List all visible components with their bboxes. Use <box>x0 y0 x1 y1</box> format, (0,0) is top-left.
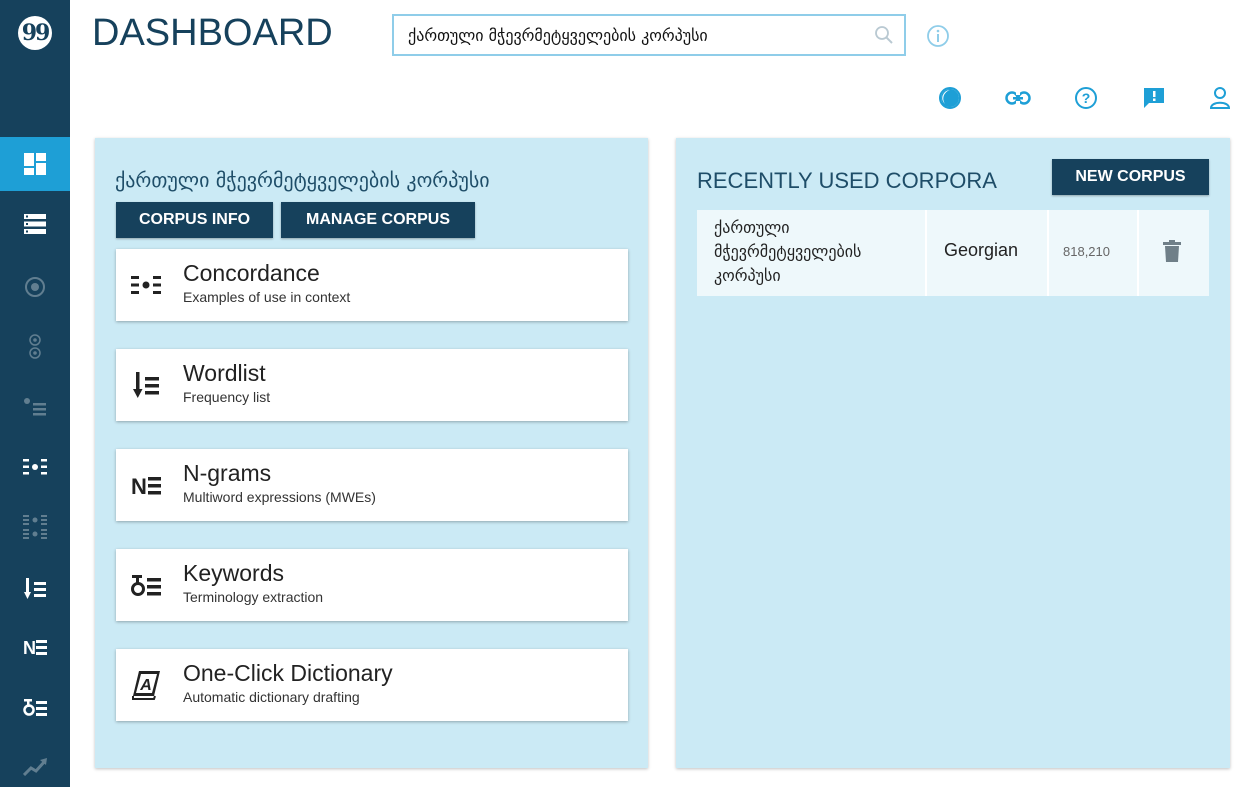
link-icon[interactable] <box>1004 84 1032 112</box>
tool-subtitle: Frequency list <box>183 389 271 405</box>
keywords-icon <box>130 569 162 601</box>
tool-title: N-grams <box>183 460 272 486</box>
corpus-list-icon <box>24 214 46 234</box>
corpus-language-cell: Georgian <box>944 240 1019 260</box>
corpus-info-button[interactable]: CORPUS INFO <box>116 202 273 238</box>
svg-text:N: N <box>23 638 36 656</box>
dictionary-icon: A <box>130 669 162 701</box>
corpus-name-cell[interactable]: ქართული მჭევრმეტყველების კორპუსი <box>714 216 914 288</box>
tool-card-keywords[interactable]: Keywords Terminology extraction <box>116 549 628 621</box>
theme-icon[interactable] <box>936 84 964 112</box>
tool-card-ngrams[interactable]: N N-grams Multiword expressions (MWEs) <box>116 449 628 521</box>
wordlist-icon <box>24 578 46 599</box>
tool-card-wordlist[interactable]: Wordlist Frequency list <box>116 349 628 421</box>
sidebar-item-trends[interactable] <box>0 740 70 794</box>
sidebar-item-ngrams[interactable]: N <box>0 620 70 674</box>
recent-corpora-title: RECENTLY USED CORPORA <box>697 168 997 193</box>
sidebar-item-wordlist[interactable] <box>0 562 70 616</box>
column-divider <box>925 210 927 296</box>
sidebar-item-list[interactable] <box>0 380 70 434</box>
column-divider <box>1047 210 1049 296</box>
tool-subtitle: Examples of use in context <box>183 289 351 305</box>
sidebar-item-keywords[interactable] <box>0 680 70 734</box>
sidebar-item-concordance[interactable] <box>0 440 70 494</box>
current-corpus-name: ქართული მჭევრმეტყველების კორპუსი <box>115 168 490 192</box>
ngrams-icon: N <box>23 638 47 656</box>
tool-title: Keywords <box>183 560 284 586</box>
sidebar-item-compare[interactable] <box>0 320 70 374</box>
wordlist-icon <box>130 369 162 401</box>
feedback-icon[interactable] <box>1140 84 1168 112</box>
svg-text:A: A <box>139 677 152 694</box>
column-divider <box>1137 210 1139 296</box>
corpus-search[interactable] <box>392 14 906 56</box>
top-toolbar: ? <box>936 84 1234 112</box>
search-input[interactable] <box>394 15 864 55</box>
target-icon <box>25 277 45 297</box>
help-icon[interactable]: ? <box>1072 84 1100 112</box>
new-corpus-button[interactable]: NEW CORPUS <box>1052 159 1209 195</box>
sidebar-item-parallel[interactable] <box>0 500 70 554</box>
app-logo[interactable]: 99 <box>0 0 70 66</box>
tool-subtitle: Terminology extraction <box>183 589 324 605</box>
tool-card-dictionary[interactable]: A One-Click Dictionary Automatic diction… <box>116 649 628 721</box>
sidebar-item-target[interactable] <box>0 260 70 314</box>
info-icon[interactable] <box>926 24 950 53</box>
sidebar-item-dashboard[interactable] <box>0 137 70 191</box>
tool-subtitle: Multiword expressions (MWEs) <box>183 489 376 505</box>
parallel-concordance-icon <box>23 515 47 539</box>
two-circles-icon <box>29 334 41 359</box>
svg-text:N: N <box>131 474 147 496</box>
tool-subtitle: Automatic dictionary drafting <box>183 689 360 705</box>
concordance-icon <box>130 269 162 301</box>
keywords-icon <box>23 699 47 716</box>
recent-corpora-panel: RECENTLY USED CORPORA NEW CORPUS ქართული… <box>676 138 1230 768</box>
corpus-size-cell: 818,210 <box>1063 244 1110 259</box>
manage-corpus-button[interactable]: MANAGE CORPUS <box>281 202 475 238</box>
svg-text:?: ? <box>1082 90 1091 106</box>
trends-icon <box>23 758 47 776</box>
trash-icon[interactable] <box>1163 240 1181 267</box>
ngrams-icon: N <box>130 469 162 501</box>
user-icon[interactable] <box>1206 84 1234 112</box>
tool-title: Concordance <box>183 260 320 286</box>
search-icon[interactable] <box>864 25 904 45</box>
table-row[interactable]: ქართული მჭევრმეტყველების კორპუსი Georgia… <box>697 210 1209 296</box>
dashboard-icon <box>24 153 46 175</box>
logo-icon: 99 <box>18 16 52 50</box>
dot-list-icon <box>24 398 46 416</box>
concordance-icon <box>23 459 47 475</box>
page-title: DASHBOARD <box>92 12 333 54</box>
tool-title: Wordlist <box>183 360 266 386</box>
sidebar-item-corpora[interactable] <box>0 197 70 251</box>
tool-title: One-Click Dictionary <box>183 660 393 686</box>
corpus-panel: ქართული მჭევრმეტყველების კორპუსი CORPUS … <box>95 138 648 768</box>
tool-card-concordance[interactable]: Concordance Examples of use in context <box>116 249 628 321</box>
sidebar: 99 N <box>0 0 70 787</box>
